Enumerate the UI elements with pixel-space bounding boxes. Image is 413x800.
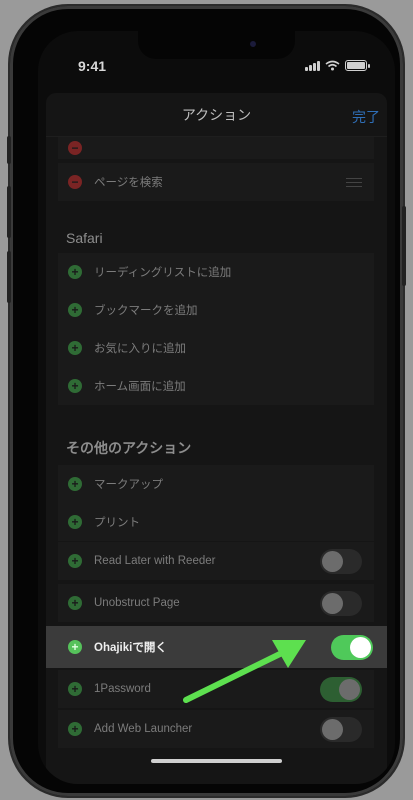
annotation-arrow-icon: [183, 640, 306, 703]
toggle-switch[interactable]: [331, 634, 373, 660]
toggle-switch[interactable]: [320, 676, 362, 702]
list-item[interactable]: + プリント: [58, 503, 374, 541]
add-circle-icon[interactable]: +: [68, 303, 82, 317]
add-circle-icon[interactable]: +: [68, 379, 82, 393]
list-item[interactable]: + ホーム画面に追加: [58, 367, 374, 405]
power-button: [402, 206, 406, 286]
remove-circle-icon[interactable]: −: [68, 175, 82, 189]
status-icons: [305, 60, 370, 71]
notch: [138, 31, 295, 59]
list-item[interactable]: + マークアップ: [58, 465, 374, 503]
battery-icon: [345, 60, 370, 71]
toggle-knob: [350, 636, 371, 658]
add-circle-icon[interactable]: +: [68, 515, 82, 529]
list-item-label: お気に入りに追加: [94, 343, 186, 355]
add-circle-icon[interactable]: +: [68, 682, 82, 696]
toggle-knob: [322, 718, 343, 740]
page-title: アクション: [181, 106, 252, 123]
toggle-knob: [322, 550, 343, 572]
list-item-label: プリント: [94, 517, 140, 529]
list-item-label: Read Later with Reeder: [94, 555, 216, 567]
list-item-label: ブックマークを追加: [94, 305, 198, 317]
toggle-switch[interactable]: [320, 590, 362, 616]
status-time: 9:41: [78, 58, 107, 74]
add-circle-icon[interactable]: +: [68, 341, 82, 355]
add-circle-icon[interactable]: +: [68, 596, 82, 610]
list-item-label: ホーム画面に追加: [94, 381, 186, 393]
done-button[interactable]: 完了: [352, 107, 380, 127]
list-item-find-on-page[interactable]: − ページを検索: [58, 163, 374, 201]
list-item[interactable]: + ブックマークを追加: [58, 291, 374, 329]
reorder-handle-icon[interactable]: [346, 175, 362, 190]
toggle-knob: [339, 678, 360, 700]
signal-icon: [305, 60, 320, 71]
remove-circle-icon[interactable]: −: [68, 141, 82, 155]
home-indicator: [151, 759, 282, 763]
volume-down-button: [7, 251, 11, 303]
toggle-knob: [322, 592, 343, 614]
camera-icon: [250, 41, 256, 47]
add-circle-icon[interactable]: +: [68, 640, 82, 654]
list-item-label: ページを検索: [94, 177, 163, 189]
list-item[interactable]: + Add Web Launcher: [58, 710, 374, 748]
list-item-label: Ohajikiで開く: [94, 642, 167, 654]
list-item[interactable]: + お気に入りに追加: [58, 329, 374, 367]
list-item-label: Unobstruct Page: [94, 597, 180, 609]
list-item[interactable]: + リーディングリストに追加: [58, 253, 374, 291]
section-header-other-actions: その他のアクション: [66, 440, 192, 456]
add-circle-icon[interactable]: +: [68, 554, 82, 568]
add-circle-icon[interactable]: +: [68, 265, 82, 279]
add-circle-icon[interactable]: +: [68, 477, 82, 491]
nav-bar: アクション 完了: [46, 93, 387, 137]
add-circle-icon[interactable]: +: [68, 722, 82, 736]
list-item[interactable]: + Read Later with Reeder: [58, 542, 374, 580]
list-item-label: 1Password: [94, 683, 151, 695]
wifi-icon: [325, 60, 340, 71]
mute-switch: [7, 136, 11, 164]
section-header-safari: Safari: [66, 230, 103, 246]
list-item[interactable]: + Unobstruct Page: [58, 584, 374, 622]
toggle-switch[interactable]: [320, 548, 362, 574]
list-item-label: リーディングリストに追加: [94, 267, 232, 279]
toggle-switch[interactable]: [320, 716, 362, 742]
volume-up-button: [7, 186, 11, 238]
list-item-partial[interactable]: −: [58, 137, 374, 159]
list-item-label: Add Web Launcher: [94, 723, 193, 735]
list-item-label: マークアップ: [94, 479, 163, 491]
